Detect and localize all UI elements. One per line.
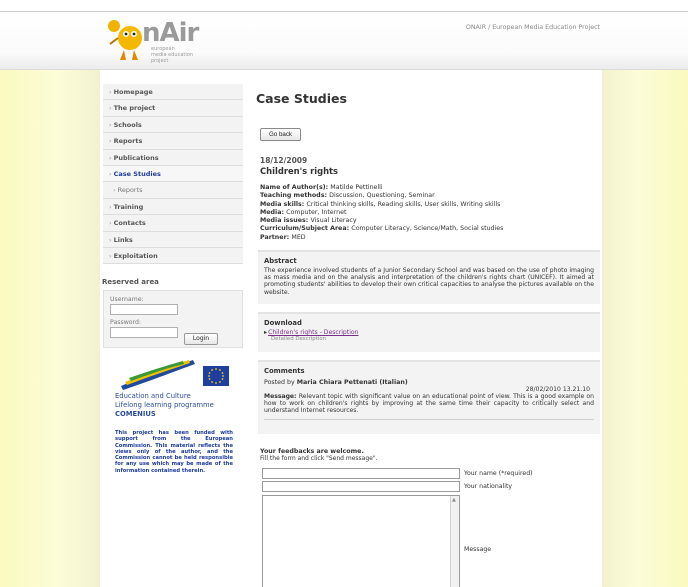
meta-row: Name of Author(s): Matilde Pettinelli	[260, 184, 383, 191]
download-box: Download ▸Children's rights - Descriptio…	[258, 312, 600, 352]
meta-row: Teaching methods: Discussion, Questionin…	[260, 192, 435, 200]
username-label: Username:	[110, 296, 144, 303]
password-label: Password:	[110, 319, 141, 326]
download-title: Download	[264, 319, 302, 327]
login-form: Username: Password: Login	[103, 290, 243, 348]
page-container: › Homepage › The project › Schools › Reports…	[100, 70, 602, 587]
sidebar-item-training[interactable]: › Training	[103, 198, 243, 216]
right-background-band	[602, 70, 688, 587]
meta-row: Media issues: Visual Literacy	[260, 217, 357, 225]
edu-line-3: COMENIUS	[115, 410, 156, 418]
go-back-button[interactable]: Go back	[260, 128, 301, 141]
meta-row: Media skills: Critical thinking skills, …	[260, 200, 501, 208]
comment-author: Posted by Maria Chiara Pettenati (Italia…	[264, 379, 408, 386]
meta-row: Partner: MED	[260, 233, 306, 241]
meta-row: Media: Computer, Internet	[260, 208, 347, 216]
case-title: Children's rights	[260, 166, 339, 176]
triangle-right-icon: ▸	[264, 329, 268, 336]
case-date: 18/12/2009	[260, 156, 308, 165]
meta-row: Curriculum/Subject Area: Computer Litera…	[260, 225, 504, 233]
edu-line-2: Lifelong learning programme	[115, 401, 214, 409]
logo-tagline: european media education project	[151, 46, 193, 64]
left-background-band	[0, 70, 100, 587]
sidebar-item-contacts[interactable]: › Contacts	[103, 215, 243, 232]
sidebar-item-publications[interactable]: › Publications	[103, 149, 243, 166]
comment-message: Message: Relevant topic with significant…	[264, 393, 594, 415]
nationality-input[interactable]	[262, 481, 460, 492]
sidebar-item-homepage[interactable]: › Homepage	[103, 84, 243, 101]
sidebar-subitem-reports[interactable]: › Reports	[103, 182, 243, 199]
scroll-up-icon[interactable]: ▲	[452, 497, 456, 503]
name-input[interactable]	[262, 468, 460, 479]
onair-logo[interactable]: nAir european media education project	[104, 14, 234, 64]
logo-wordmark: nAir	[142, 18, 199, 48]
sidebar-nav: › Homepage › The project › Schools › Reports…	[103, 84, 243, 265]
message-scrollbar[interactable]: ▲ ▼	[450, 496, 459, 587]
sidebar-item-schools[interactable]: › Schools	[103, 116, 243, 134]
download-description: Detailed Description	[271, 336, 327, 342]
site-header: nAir european media education project ON…	[0, 12, 688, 70]
eu-programme-logos	[121, 360, 229, 390]
name-label: Your name (*required)	[464, 470, 533, 477]
password-input[interactable]	[110, 327, 178, 338]
sidebar-item-exploitation[interactable]: › Exploitation	[103, 247, 243, 265]
abstract-title: Abstract	[264, 257, 297, 265]
sidebar-item-reports[interactable]: › Reports	[103, 133, 243, 150]
abstract-body: The experience involved students of a Ju…	[264, 267, 594, 296]
comment-divider	[264, 418, 594, 420]
comment-timestamp: 28/02/2010 13.21.10	[525, 386, 590, 393]
comments-title: Comments	[264, 367, 305, 375]
funding-disclaimer: This project has been funded with suppor…	[115, 430, 233, 474]
edu-line-1: Education and Culture	[115, 392, 191, 400]
username-input[interactable]	[110, 304, 178, 315]
message-textarea[interactable]: ▲ ▼	[262, 495, 460, 587]
page-title: Case Studies	[256, 91, 347, 106]
sidebar-item-the-project[interactable]: › The project	[103, 100, 243, 117]
feedback-title: Your feedbacks are welcome.	[260, 448, 364, 455]
feedback-subtitle: Fill the form and click "Send message".	[260, 455, 378, 462]
login-button[interactable]: Login	[184, 333, 218, 345]
reserved-area-title: Reserved area	[102, 278, 159, 286]
mascot-icon	[108, 20, 142, 60]
comments-box: Comments Posted by Maria Chiara Pettenat…	[258, 360, 600, 434]
message-label: Message	[464, 546, 492, 553]
sidebar-item-case-studies[interactable]: › Case Studies	[103, 165, 243, 183]
sidebar-item-links[interactable]: › Links	[103, 231, 243, 248]
case-metadata: Name of Author(s): Matilde Pettinelli Te…	[260, 184, 600, 242]
nationality-label: Your nationality	[464, 483, 513, 490]
site-title: ONAIR / European Media Education Project	[465, 24, 600, 31]
programme-text: Education and Culture Lifelong learning …	[115, 392, 235, 419]
download-link[interactable]: ▸Children's rights - Description	[258, 327, 600, 336]
abstract-box: Abstract The experience involved student…	[258, 250, 600, 304]
